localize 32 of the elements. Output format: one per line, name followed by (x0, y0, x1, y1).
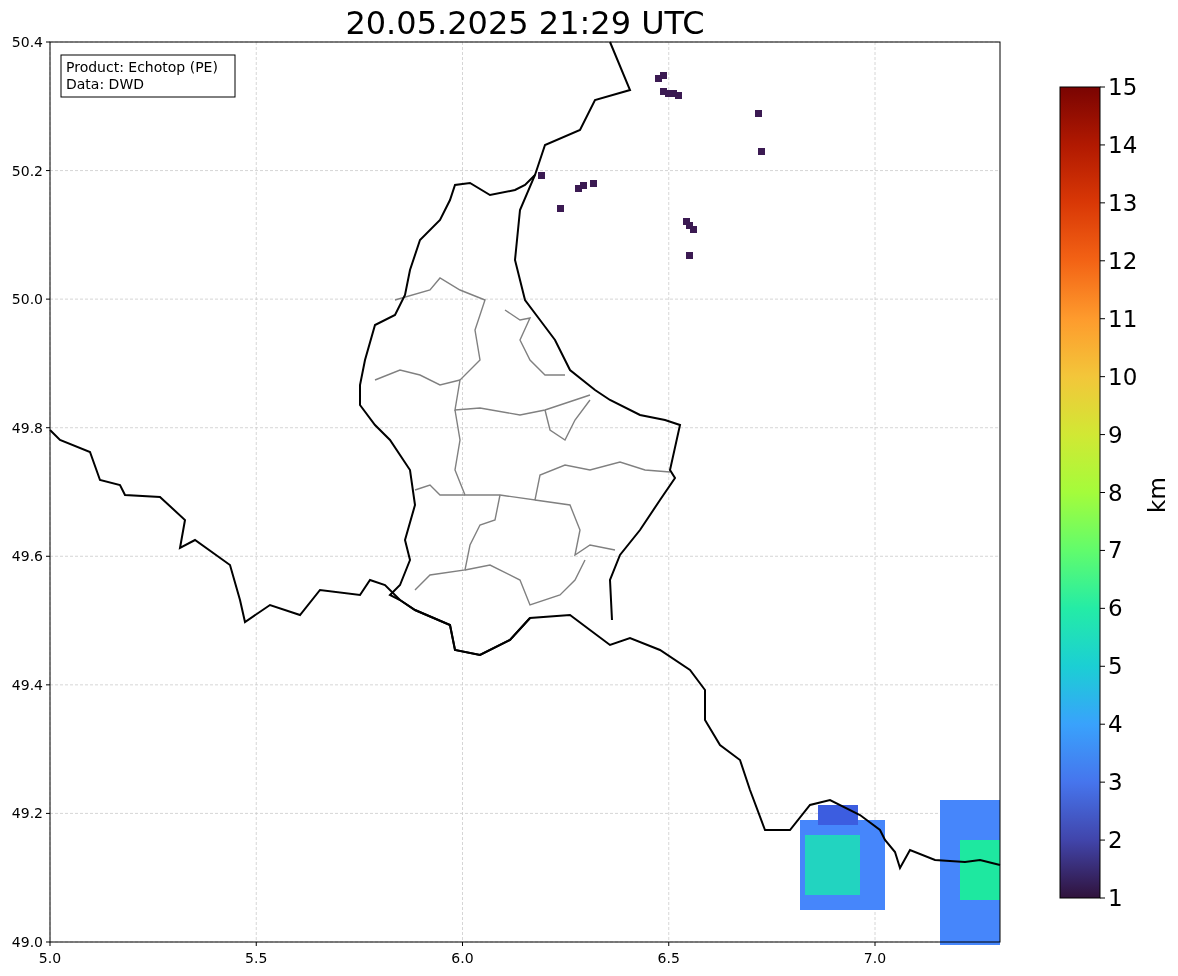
colorbar-tick-label: 7 (1108, 537, 1123, 564)
colorbar-tick-label: 5 (1108, 653, 1123, 680)
colorbar-tick-label: 9 (1108, 421, 1123, 448)
axis-tick-label: 6.5 (657, 950, 680, 966)
axis-tick-label: 49.6 (11, 548, 43, 565)
colorbar-tick-label: 1 (1108, 885, 1123, 911)
axis-tick-label: 7.0 (863, 950, 887, 966)
axis-tick-label: 5.0 (38, 950, 62, 966)
colorbar-tick-label: 3 (1108, 769, 1123, 796)
axis-tick-label: 49.0 (11, 934, 43, 950)
colorbar-tick-label: 10 (1108, 363, 1138, 390)
colorbar-tick-label: 13 (1108, 189, 1138, 216)
axis-tick-label: 50.2 (11, 162, 43, 179)
colorbar-tick-label: 4 (1108, 711, 1123, 738)
plot-title: 20.05.2025 21:29 UTC (345, 4, 705, 42)
axis-tick-label: 50.0 (11, 291, 43, 308)
colorbar-tick-label: 2 (1108, 827, 1123, 854)
axis-tick-label: 49.4 (11, 676, 43, 693)
axis-tick-label: 50.4 (11, 34, 43, 50)
colorbar-tick-label: 15 (1108, 74, 1138, 100)
axis-tick-label: 5.5 (245, 950, 268, 966)
colorbar-tick-label: 8 (1108, 479, 1123, 506)
info-text: Product: Echotop (PE) (66, 59, 218, 75)
info-text: Data: DWD (66, 76, 144, 92)
axis-tick-label: 6.0 (451, 950, 474, 966)
axis-tick-label: 49.2 (11, 805, 43, 822)
axis-tick-label: 49.8 (11, 419, 43, 436)
colorbar-tick-label: 6 (1108, 595, 1123, 622)
colorbar-label: km (1144, 477, 1170, 513)
colorbar-tick-label: 14 (1108, 131, 1138, 158)
colorbar-tick-label: 12 (1108, 247, 1138, 274)
colorbar-tick-label: 11 (1108, 305, 1138, 332)
